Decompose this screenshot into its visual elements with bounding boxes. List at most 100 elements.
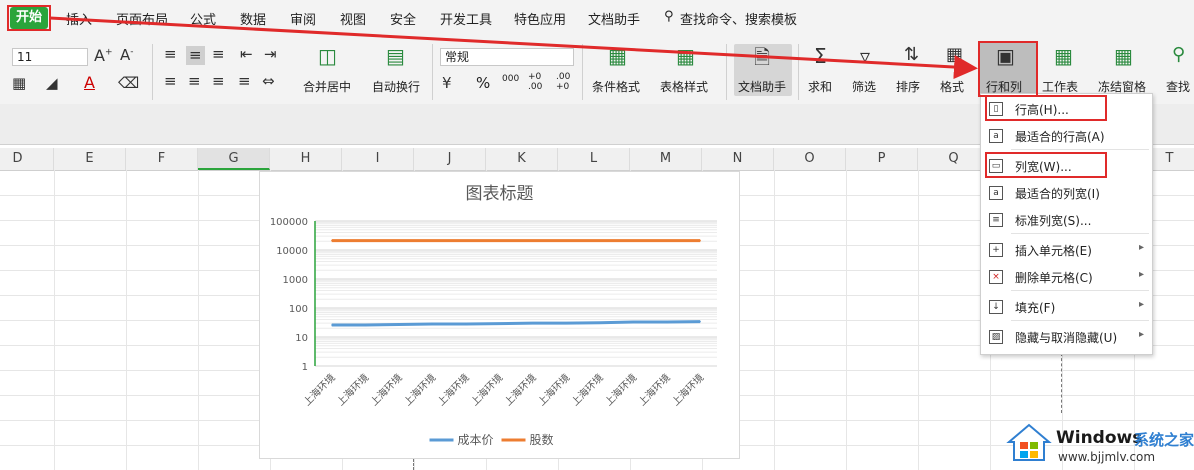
y-tick-label: 100000 <box>270 217 308 228</box>
chart-svg: 图表标题100000100001000100101上海环境上海环境上海环境上海环… <box>270 184 717 447</box>
data-point <box>632 240 634 242</box>
menu-separator <box>1011 233 1149 234</box>
submenu-arrow-icon: ▸ <box>1138 329 1144 340</box>
standard-width-icon: ≡ <box>989 213 1003 227</box>
x-tick-label: 上海环境 <box>635 371 672 408</box>
row-col-dropdown-menu: ▯ 行高(H)... a 最适合的行高(A) ▭ 列宽(W)... a 最适合的列宽(I) ≡ 标… <box>980 93 1153 355</box>
data-point <box>532 240 534 242</box>
autofit-col-icon: a <box>989 186 1003 200</box>
column-header-j[interactable]: J <box>414 148 486 170</box>
menu-separator <box>1011 149 1149 150</box>
x-tick-label: 上海环境 <box>535 371 572 408</box>
y-tick-label: 1000 <box>283 275 308 286</box>
data-point <box>398 240 400 242</box>
row-height-highlight-box <box>985 95 1107 121</box>
menu-separator <box>1011 290 1149 291</box>
watermark-brand: Windows <box>1056 428 1143 448</box>
column-header-k[interactable]: K <box>486 148 558 170</box>
x-tick-label: 上海环境 <box>669 371 706 408</box>
y-tick-label: 100 <box>289 304 308 315</box>
menu-item-autofit-col[interactable]: a 最适合的列宽(I) <box>981 180 1152 206</box>
data-point <box>666 321 668 323</box>
chart[interactable]: 图表标题 100000 10000 1000 100 10 1 上海环境 上海环境 上海环境 上海环… <box>259 171 740 459</box>
submenu-arrow-icon: ▸ <box>1138 242 1144 253</box>
menu-item-label: 删除单元格(C) <box>1015 271 1093 285</box>
fill-icon: ↓ <box>989 300 1003 314</box>
column-header-p[interactable]: P <box>846 148 918 170</box>
row-col-highlight-box <box>978 41 1038 97</box>
legend-label: 成本价 <box>458 433 494 447</box>
menu-item-autofit-row[interactable]: a 最适合的行高(A) <box>981 123 1152 149</box>
column-header-i[interactable]: I <box>342 148 414 170</box>
data-point <box>498 240 500 242</box>
page-break-line <box>1061 353 1062 413</box>
data-point <box>632 321 634 323</box>
data-point <box>398 323 400 326</box>
column-header-g[interactable]: G <box>198 148 270 170</box>
y-tick-label: 1 <box>302 362 308 373</box>
data-point <box>699 240 701 242</box>
x-tick-label: 上海环境 <box>568 371 605 408</box>
data-point <box>498 322 500 325</box>
menu-item-label: 最适合的行高(A) <box>1015 130 1105 144</box>
column-header-d[interactable]: D <box>0 148 54 170</box>
data-point <box>465 240 467 242</box>
x-tick-label: 上海环境 <box>401 371 438 408</box>
x-tick-label: 上海环境 <box>300 371 337 408</box>
data-point <box>565 240 567 242</box>
menu-item-label: 插入单元格(E) <box>1015 244 1092 258</box>
x-tick-label: 上海环境 <box>434 371 471 408</box>
y-tick-label: 10000 <box>276 246 308 257</box>
house-logo-icon <box>1006 423 1052 461</box>
data-point <box>532 322 534 324</box>
data-point <box>364 324 366 326</box>
watermark-cn: 系统之家 <box>1134 431 1194 449</box>
data-point <box>565 322 567 324</box>
data-point <box>699 320 701 323</box>
data-point <box>331 240 333 242</box>
menu-item-delete-cell[interactable]: × 删除单元格(C) ▸ <box>981 264 1152 290</box>
column-header-n[interactable]: N <box>702 148 774 170</box>
delete-cell-icon: × <box>989 270 1003 284</box>
start-highlight-box <box>7 5 51 31</box>
series-line-cost <box>331 320 701 327</box>
hide-unhide-icon: ▨ <box>989 330 1003 344</box>
column-header-f[interactable]: F <box>126 148 198 170</box>
x-tick-label: 上海环境 <box>334 371 371 408</box>
column-header-h[interactable]: H <box>270 148 342 170</box>
submenu-arrow-icon: ▸ <box>1138 269 1144 280</box>
column-header-o[interactable]: O <box>774 148 846 170</box>
data-point <box>599 322 601 324</box>
menu-item-label: 最适合的列宽(I) <box>1015 187 1100 201</box>
menu-item-label: 隐藏与取消隐藏(U) <box>1015 331 1118 345</box>
menu-separator <box>1011 320 1149 321</box>
column-header-l[interactable]: L <box>558 148 630 170</box>
legend-label: 股数 <box>530 432 554 447</box>
data-point <box>599 240 601 242</box>
annotation-arrow <box>49 16 978 80</box>
watermark-url: www.bjjmlv.com <box>1058 450 1156 464</box>
page-break-line <box>413 459 414 470</box>
data-point <box>431 323 433 325</box>
menu-item-hide-unhide[interactable]: ▨ 隐藏与取消隐藏(U) ▸ <box>981 324 1152 350</box>
col-width-highlight-box <box>985 152 1107 178</box>
insert-cell-icon: + <box>989 243 1003 257</box>
x-tick-label: 上海环境 <box>367 371 404 408</box>
data-point <box>331 324 333 326</box>
data-point <box>465 323 467 325</box>
data-point <box>666 240 668 242</box>
column-header-e[interactable]: E <box>54 148 126 170</box>
column-header-m[interactable]: M <box>630 148 702 170</box>
autofit-row-icon: a <box>989 129 1003 143</box>
x-tick-label: 上海环境 <box>501 371 538 408</box>
data-point <box>364 240 366 242</box>
menu-item-label: 填充(F) <box>1015 301 1056 315</box>
menu-item-standard-width[interactable]: ≡ 标准列宽(S)... <box>981 207 1152 233</box>
chart-title: 图表标题 <box>466 184 534 204</box>
data-point <box>431 240 433 242</box>
menu-item-fill[interactable]: ↓ 填充(F) ▸ <box>981 294 1152 320</box>
x-tick-label: 上海环境 <box>602 371 639 408</box>
menu-item-insert-cell[interactable]: + 插入单元格(E) ▸ <box>981 237 1152 263</box>
y-tick-label: 10 <box>295 333 308 344</box>
menu-item-label: 标准列宽(S)... <box>1015 214 1092 228</box>
